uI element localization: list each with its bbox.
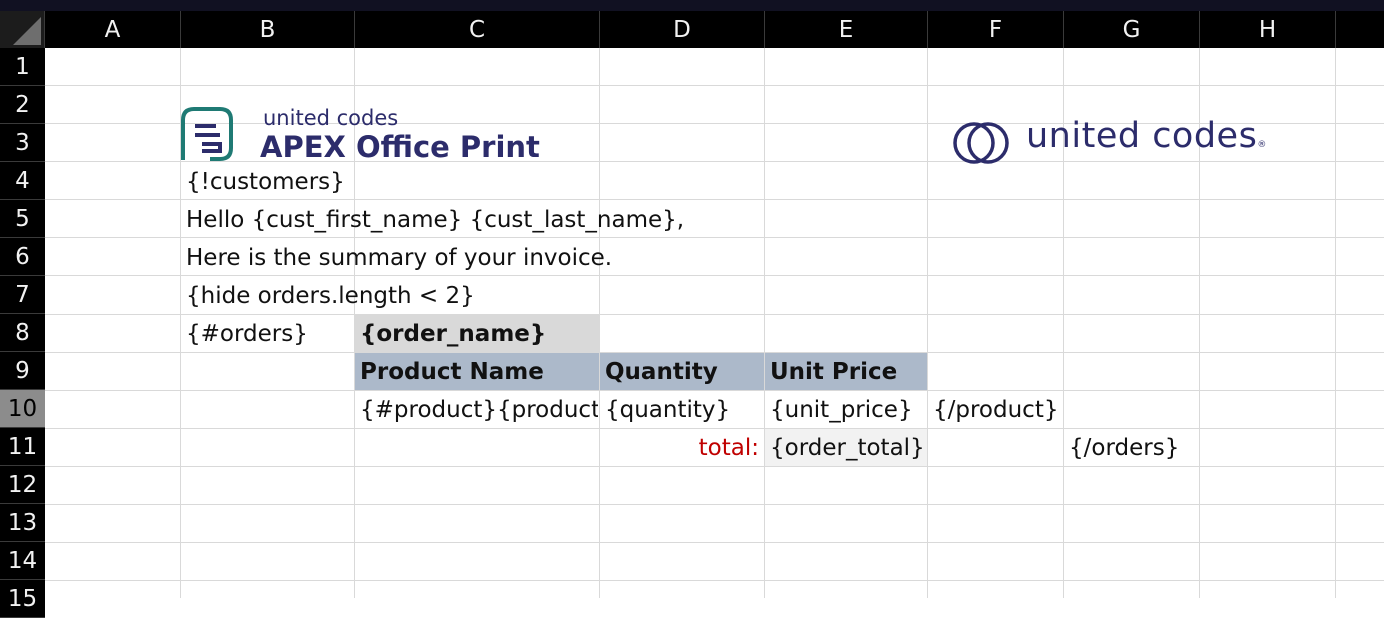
row-header-8[interactable]: 8 [0, 314, 45, 352]
united-codes-logo: united codes® [952, 116, 1266, 170]
cell-c10[interactable]: {#product}{product_name} [360, 391, 598, 429]
row-header-10[interactable]: 10 [0, 390, 45, 428]
column-header-i[interactable] [1336, 11, 1384, 48]
column-header-b[interactable]: B [181, 11, 355, 48]
column-header-e[interactable]: E [765, 11, 928, 48]
cell-e9[interactable]: Unit Price [770, 353, 924, 391]
row-header-3[interactable]: 3 [0, 124, 45, 162]
united-codes-logo-text: united codes® [1026, 116, 1267, 156]
cell-b4[interactable]: {!customers} [186, 163, 586, 201]
cell-c8[interactable]: {order_name} [360, 315, 596, 353]
column-header-d[interactable]: D [600, 11, 765, 48]
united-codes-rings-icon [953, 122, 1009, 164]
cell-g11[interactable]: {/orders} [1069, 429, 1329, 467]
window-title-strip [0, 0, 1384, 11]
row-header-11[interactable]: 11 [0, 428, 45, 466]
column-header-g[interactable]: G [1064, 11, 1200, 48]
cell-b6[interactable]: Here is the summary of your invoice. [186, 239, 746, 277]
cell-b8[interactable]: {#orders} [186, 315, 350, 353]
row-header-13[interactable]: 13 [0, 504, 45, 542]
row-header-7[interactable]: 7 [0, 276, 45, 314]
column-header-c[interactable]: C [355, 11, 600, 48]
apex-office-print-logo: united codes APEX Office Print [180, 106, 540, 166]
select-all-triangle-icon [13, 17, 41, 45]
row-header-14[interactable]: 14 [0, 542, 45, 580]
aop-logo-subtitle: united codes [263, 106, 399, 130]
row-header-2[interactable]: 2 [0, 86, 45, 124]
row-header-9[interactable]: 9 [0, 352, 45, 390]
column-header-h[interactable]: H [1200, 11, 1336, 48]
row-header-4[interactable]: 4 [0, 162, 45, 200]
row-header-15[interactable]: 15 [0, 580, 45, 618]
row-header-12[interactable]: 12 [0, 466, 45, 504]
column-header-a[interactable]: A [45, 11, 181, 48]
aop-document-icon [181, 107, 233, 161]
cell-b7[interactable]: {hide orders.length < 2} [186, 277, 586, 315]
cell-e11[interactable]: {order_total} [770, 429, 926, 467]
cell-d10[interactable]: {quantity} [605, 391, 761, 429]
aop-logo-title: APEX Office Print [260, 130, 540, 164]
column-header-f[interactable]: F [928, 11, 1064, 48]
cell-d11[interactable]: total: [604, 429, 759, 467]
row-header-1[interactable]: 1 [0, 48, 45, 86]
cell-c9[interactable]: Product Name [360, 353, 596, 391]
row-header-6[interactable]: 6 [0, 238, 45, 276]
cell-f10[interactable]: {/product} [933, 391, 1193, 429]
cell-e10[interactable]: {unit_price} [770, 391, 924, 429]
cell-d9[interactable]: Quantity [605, 353, 761, 391]
row-header-5[interactable]: 5 [0, 200, 45, 238]
cell-b5[interactable]: Hello {cust_first_name} {cust_last_name}… [186, 201, 746, 239]
select-all-button[interactable] [0, 11, 45, 48]
